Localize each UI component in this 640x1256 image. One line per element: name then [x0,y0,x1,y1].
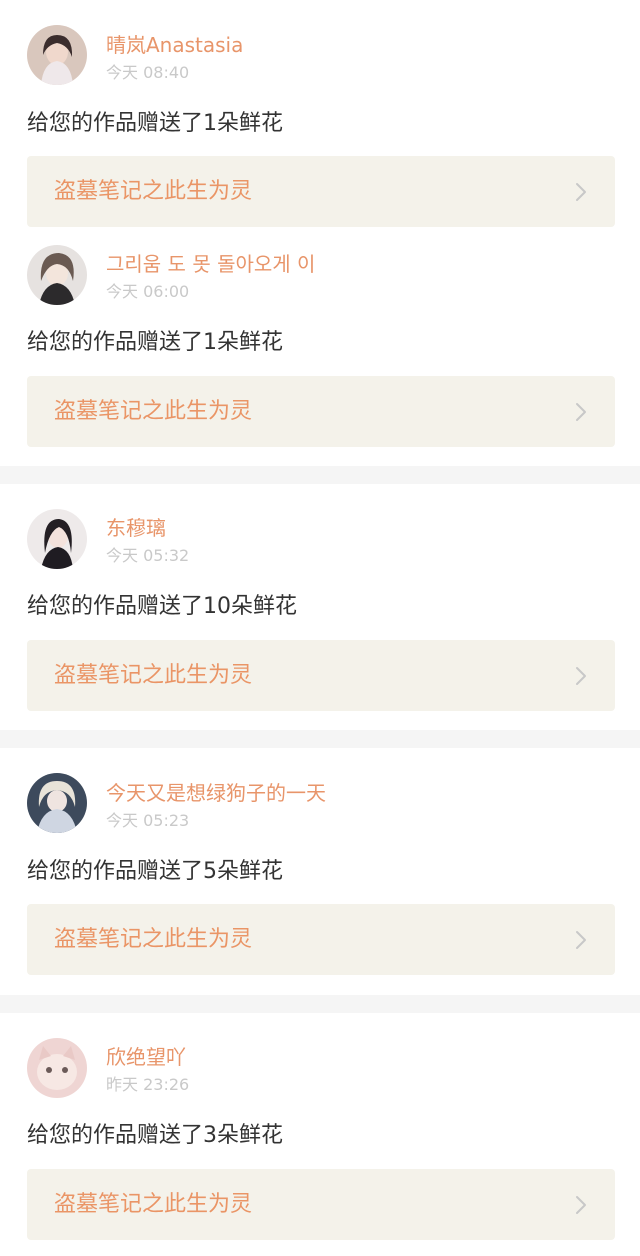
notification-item: 今天又是想绿狗子的一天 今天 05:23 给您的作品赠送了5朵鲜花 盗墓笔记之此… [0,748,640,995]
username[interactable]: 东穆璃 [106,516,166,540]
username[interactable]: 晴岚Anastasia [106,33,243,57]
work-card[interactable]: 盗墓笔记之此生为灵 [27,640,615,711]
notification-item: 欣绝望吖 昨天 23:26 给您的作品赠送了3朵鲜花 盗墓笔记之此生为灵 [0,1013,640,1256]
notification-item: 晴岚Anastasia 今天 08:40 给您的作品赠送了1朵鲜花 盗墓笔记之此… [0,0,640,240]
work-card[interactable]: 盗墓笔记之此生为灵 [27,1169,615,1240]
user-avatar-icon[interactable] [27,509,87,569]
chevron-right-icon [576,403,586,421]
username[interactable]: 今天又是想绿狗子的一天 [106,781,326,805]
gift-message: 给您的作品赠送了3朵鲜花 [27,1123,283,1148]
section-divider [0,730,640,748]
notification-item: 그리움 도 못 돌아오게 이 今天 06:00 给您的作品赠送了1朵鲜花 盗墓笔… [0,240,640,466]
gift-message: 给您的作品赠送了1朵鲜花 [27,111,283,136]
section-divider [0,995,640,1013]
chevron-right-icon [576,931,586,949]
user-avatar-icon[interactable] [27,25,87,85]
work-title: 盗墓笔记之此生为灵 [54,399,253,424]
gift-message: 给您的作品赠送了1朵鲜花 [27,330,283,355]
chevron-right-icon [576,1196,586,1214]
work-card[interactable]: 盗墓笔记之此生为灵 [27,156,615,227]
work-title: 盗墓笔记之此生为灵 [54,927,253,952]
gift-message: 给您的作品赠送了5朵鲜花 [27,859,283,884]
username[interactable]: 그리움 도 못 돌아오게 이 [106,252,315,276]
work-card[interactable]: 盗墓笔记之此生为灵 [27,904,615,975]
work-title: 盗墓笔记之此生为灵 [54,1192,253,1217]
timestamp: 今天 06:00 [106,282,190,301]
username[interactable]: 欣绝望吖 [106,1045,186,1069]
gift-message: 给您的作品赠送了10朵鲜花 [27,594,297,619]
user-avatar-icon[interactable] [27,245,87,305]
timestamp: 今天 08:40 [106,63,190,82]
chevron-right-icon [576,667,586,685]
user-avatar-icon[interactable] [27,1038,87,1098]
user-avatar-icon[interactable] [27,773,87,833]
timestamp: 今天 05:23 [106,811,190,830]
work-title: 盗墓笔记之此生为灵 [54,663,253,688]
work-title: 盗墓笔记之此生为灵 [54,179,253,204]
section-divider [0,466,640,484]
timestamp: 昨天 23:26 [106,1075,190,1094]
chevron-right-icon [576,183,586,201]
notification-item: 东穆璃 今天 05:32 给您的作品赠送了10朵鲜花 盗墓笔记之此生为灵 [0,484,640,730]
work-card[interactable]: 盗墓笔记之此生为灵 [27,376,615,447]
timestamp: 今天 05:32 [106,546,190,565]
